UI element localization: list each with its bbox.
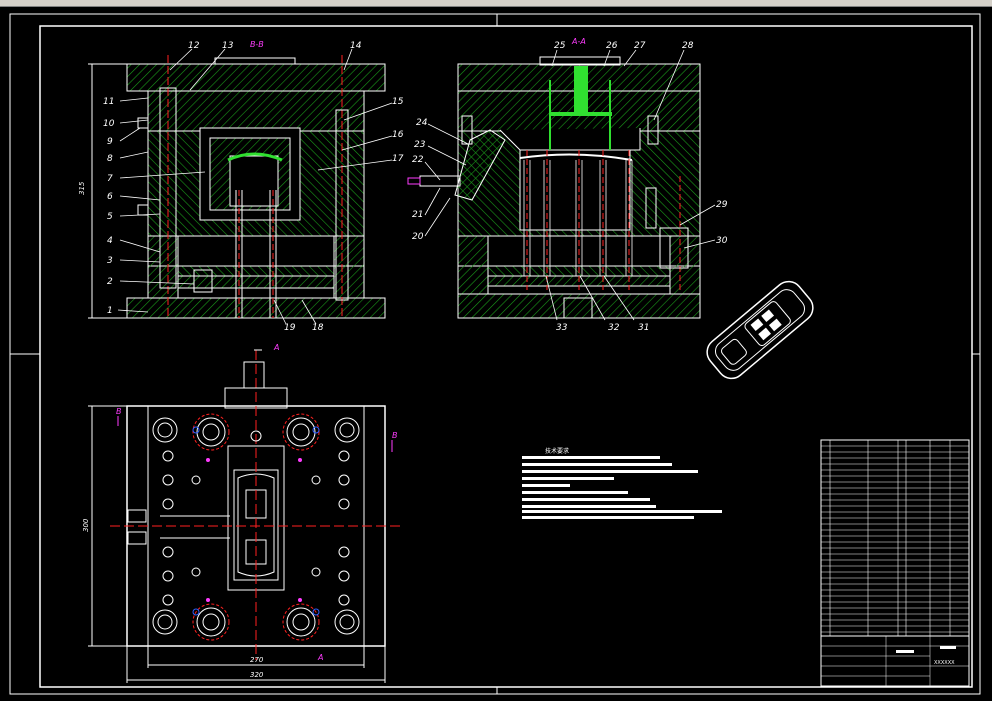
dimension-width-inner: 270 — [250, 656, 264, 664]
part-label: 22 — [412, 155, 424, 165]
part-label: 16 — [392, 130, 404, 140]
part-label: 2 — [107, 277, 113, 287]
part-label: 6 — [107, 192, 113, 202]
section-arrow-b-right: B — [392, 431, 398, 440]
section-title-aa: A-A — [571, 37, 586, 46]
part-label: 33 — [556, 323, 568, 333]
technical-notes: 技术要求 — [522, 447, 722, 519]
section-arrow-a-bottom: A — [317, 653, 323, 662]
drawing-number: XXXXXX — [934, 660, 955, 666]
part-label: 23 — [414, 140, 426, 150]
part-label: 17 — [392, 154, 404, 164]
part-label: 29 — [716, 200, 728, 210]
part-label: 13 — [222, 41, 234, 51]
plan-view: B B A A 300 270 320 — [82, 343, 400, 683]
dimension-width-outer: 320 — [250, 671, 264, 679]
part-label: 31 — [638, 323, 649, 333]
part-label: 11 — [103, 97, 114, 107]
part-label: 10 — [103, 119, 115, 129]
view-bb-section: B-B 315 1 2 3 4 5 6 7 8 9 10 11 12 13 14… — [78, 40, 404, 333]
part-label: 4 — [107, 236, 113, 246]
part-label: 8 — [107, 154, 113, 164]
part-label: 12 — [188, 41, 200, 51]
part-label: 32 — [608, 323, 620, 333]
part-label: 15 — [392, 97, 404, 107]
part-label: 5 — [107, 212, 113, 222]
section-title-bb: B-B — [250, 40, 264, 49]
section-arrow-a-top: A — [273, 343, 279, 352]
part-label: 21 — [412, 210, 423, 220]
part-label: 1 — [107, 306, 113, 316]
part-label: 24 — [416, 118, 428, 128]
part-label: 20 — [412, 232, 424, 242]
isometric-part-view — [706, 280, 814, 380]
part-label: 18 — [312, 323, 324, 333]
part-label: 7 — [107, 174, 113, 184]
dimension-height-left: 315 — [78, 181, 86, 195]
view-aa-section: A-A 20 21 22 23 24 25 26 27 28 29 30 31 … — [407, 37, 728, 333]
part-label: 19 — [284, 323, 296, 333]
title-block: XXXXXX — [820, 635, 970, 687]
dimension-height-plan: 300 — [82, 518, 90, 532]
part-label: 30 — [716, 236, 728, 246]
part-label: 14 — [350, 41, 362, 51]
part-label: 27 — [634, 41, 646, 51]
part-label: 28 — [682, 41, 694, 51]
parts-list-table — [820, 439, 970, 637]
notes-title: 技术要求 — [545, 447, 569, 455]
section-arrow-b-left: B — [116, 407, 122, 416]
cad-drawing-canvas[interactable]: B-B 315 1 2 3 4 5 6 7 8 9 10 11 12 13 14… — [0, 6, 992, 701]
part-label: 3 — [107, 256, 113, 266]
part-label: 9 — [107, 137, 113, 147]
part-label: 26 — [606, 41, 618, 51]
part-label: 25 — [554, 41, 566, 51]
